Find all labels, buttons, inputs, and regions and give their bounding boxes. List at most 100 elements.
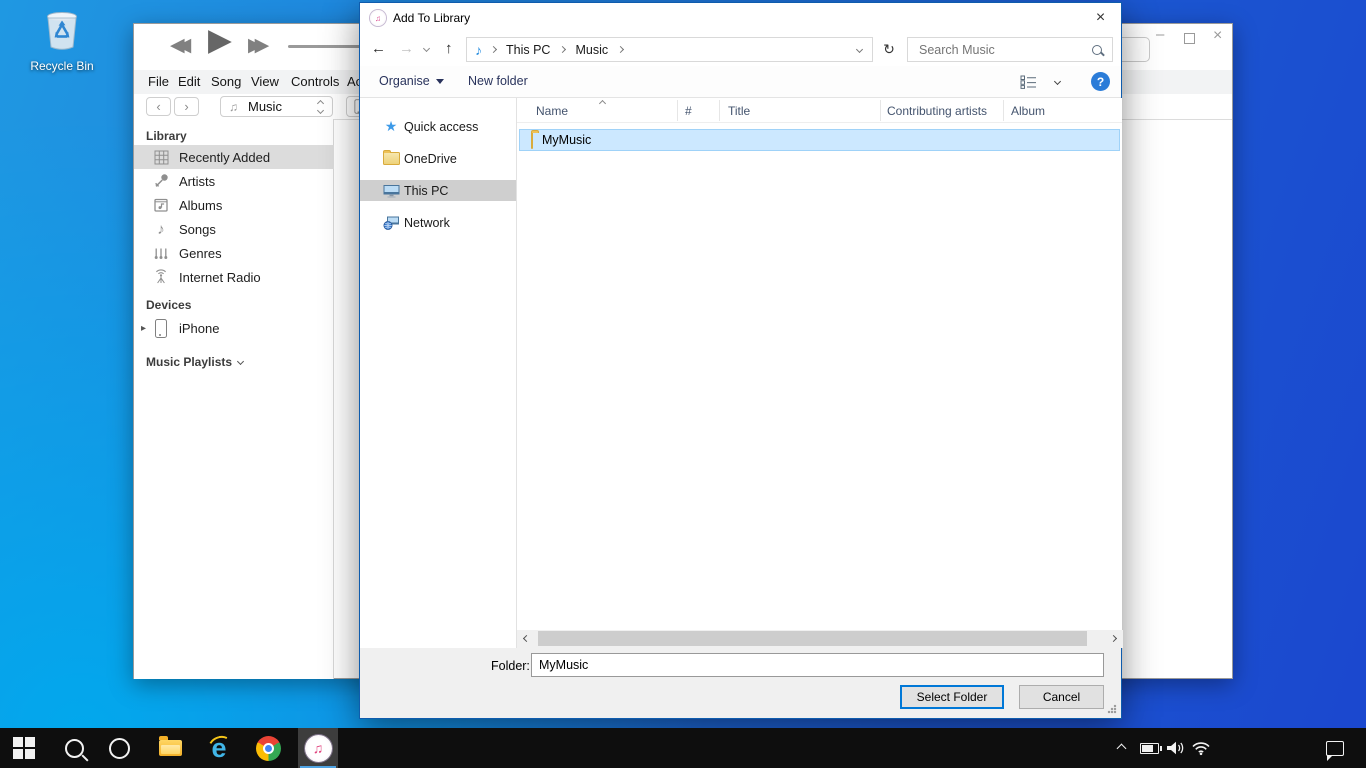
folder-name-input[interactable] — [531, 653, 1104, 677]
breadcrumb-chevron-icon[interactable] — [617, 46, 624, 53]
column-number[interactable]: # — [685, 98, 692, 123]
wifi-tray-icon[interactable] — [1184, 728, 1218, 768]
search-input[interactable] — [917, 42, 1081, 58]
minimize-icon[interactable]: – — [1156, 26, 1164, 43]
menu-file[interactable]: File — [148, 74, 169, 89]
folder-label: Folder: — [491, 659, 530, 673]
menu-song[interactable]: Song — [211, 74, 241, 89]
recycle-bin-label: Recycle Bin — [27, 59, 97, 73]
back-button[interactable]: ‹ — [146, 97, 171, 116]
menu-view[interactable]: View — [251, 74, 279, 89]
breadcrumb-chevron-icon[interactable] — [559, 46, 566, 53]
sidebar-item-iphone[interactable]: ▸ iPhone — [134, 316, 334, 340]
sidebar-item-label: Albums — [179, 198, 222, 213]
search-box[interactable] — [907, 37, 1113, 62]
genres-icon — [152, 245, 170, 261]
sidebar-item-internet-radio[interactable]: Internet Radio — [134, 265, 334, 289]
chevron-up-icon — [1116, 743, 1126, 753]
taskbar-search-button[interactable] — [54, 728, 94, 768]
dialog-titlebar: ♫ Add To Library × — [360, 3, 1121, 33]
select-folder-button[interactable]: Select Folder — [900, 685, 1004, 709]
cortana-button[interactable] — [99, 728, 139, 768]
column-separator[interactable] — [719, 100, 720, 121]
dropdown-arrow-icon — [436, 79, 444, 84]
view-mode-button[interactable] — [1020, 75, 1038, 92]
next-track-button[interactable]: ▶▶ — [248, 34, 261, 57]
sidebar-item-albums[interactable]: Albums — [134, 193, 334, 217]
menu-edit[interactable]: Edit — [178, 74, 200, 89]
nav-item-label: OneDrive — [404, 152, 457, 166]
close-icon[interactable]: × — [1213, 27, 1222, 45]
horizontal-scrollbar[interactable] — [517, 630, 1123, 648]
file-explorer-button[interactable] — [150, 728, 190, 768]
recent-locations-chevron-icon[interactable] — [423, 45, 430, 52]
maximize-icon[interactable] — [1184, 32, 1195, 47]
menu-controls[interactable]: Controls — [291, 74, 339, 89]
breadcrumb-music[interactable]: Music — [575, 43, 608, 57]
column-name[interactable]: Name — [536, 98, 568, 123]
nav-item-label: Network — [404, 216, 450, 230]
breadcrumb-chevron-icon[interactable] — [490, 46, 497, 53]
location-music-note-icon: ♪ — [475, 42, 482, 58]
library-selector[interactable]: ♫ Music — [220, 96, 333, 117]
search-icon[interactable] — [1092, 45, 1102, 55]
nav-item-network[interactable]: Network — [360, 212, 516, 233]
desktop: Recycle Bin ◀◀ ▶ ▶▶ – × File Edit Song V… — [0, 0, 1366, 768]
forward-button[interactable]: › — [174, 97, 199, 116]
breadcrumb-this-pc[interactable]: This PC — [506, 43, 550, 57]
updown-chevrons-icon — [318, 101, 323, 113]
file-explorer-icon — [159, 740, 182, 756]
address-dropdown-chevron-icon[interactable] — [856, 46, 863, 53]
sidebar-item-label: Recently Added — [179, 150, 270, 165]
music-playlists-header[interactable]: Music Playlists — [146, 355, 243, 369]
itunes-button[interactable]: ♫ — [298, 728, 338, 768]
column-album[interactable]: Album — [1011, 98, 1045, 123]
column-separator[interactable] — [677, 100, 678, 121]
action-center-button[interactable] — [1316, 728, 1354, 768]
nav-item-quick-access[interactable]: ★ Quick access — [360, 116, 516, 137]
nav-back-icon[interactable]: ← — [371, 40, 386, 57]
recycle-bin-shortcut[interactable]: Recycle Bin — [27, 6, 97, 73]
column-contributing-artists[interactable]: Contributing artists — [887, 98, 987, 123]
play-button[interactable]: ▶ — [208, 22, 232, 58]
nav-up-icon[interactable]: ↑ — [445, 40, 453, 57]
cancel-label: Cancel — [1043, 690, 1080, 704]
maximize-box — [1184, 33, 1195, 44]
column-separator[interactable] — [880, 100, 881, 121]
sidebar-item-genres[interactable]: Genres — [134, 241, 334, 265]
cancel-button[interactable]: Cancel — [1019, 685, 1104, 709]
view-dropdown-chevron-icon[interactable] — [1054, 78, 1061, 85]
help-button[interactable]: ? — [1091, 72, 1110, 91]
column-separator[interactable] — [1003, 100, 1004, 121]
dialog-close-button[interactable]: × — [1078, 3, 1123, 33]
expander-icon[interactable]: ▸ — [141, 323, 146, 334]
start-button[interactable] — [4, 728, 44, 768]
music-note-icon: ♫ — [229, 100, 238, 114]
dialog-footer: Folder: Select Folder Cancel — [360, 648, 1121, 718]
sidebar-item-artists[interactable]: Artists — [134, 169, 334, 193]
new-folder-button[interactable]: New folder — [468, 74, 528, 88]
chevron-down-icon — [237, 357, 244, 364]
scroll-right-icon[interactable] — [1110, 635, 1117, 642]
chrome-button[interactable] — [248, 728, 288, 768]
dialog-address-row: ← → ↑ ♪ This PC Music ↻ — [360, 33, 1121, 66]
organise-label: Organise — [379, 74, 430, 88]
sidebar-item-recently-added[interactable]: Recently Added — [134, 145, 334, 169]
refresh-button[interactable]: ↻ — [878, 37, 900, 62]
organise-menu-button[interactable]: Organise — [379, 74, 444, 88]
sidebar-item-songs[interactable]: ♪ Songs — [134, 217, 334, 241]
column-title[interactable]: Title — [728, 98, 750, 123]
sort-ascending-icon — [599, 100, 606, 107]
file-list-area: Name # Title Contributing artists Album … — [517, 98, 1122, 648]
nav-item-this-pc[interactable]: This PC — [360, 180, 516, 201]
library-selector-value: Music — [248, 99, 282, 114]
nav-item-onedrive[interactable]: OneDrive — [360, 148, 516, 169]
internet-explorer-button[interactable]: e — [199, 728, 239, 768]
scrollbar-thumb[interactable] — [538, 631, 1087, 646]
scroll-left-icon[interactable] — [523, 635, 530, 642]
file-row-mymusic[interactable]: MyMusic — [519, 129, 1120, 151]
previous-track-button[interactable]: ◀◀ — [170, 34, 183, 57]
resize-grip[interactable] — [1107, 704, 1117, 714]
chrome-icon — [256, 736, 281, 761]
address-bar[interactable]: ♪ This PC Music — [466, 37, 873, 62]
